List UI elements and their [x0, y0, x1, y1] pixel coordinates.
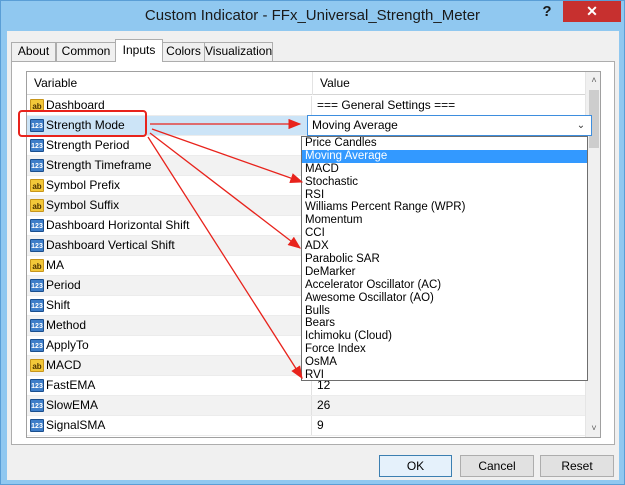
dropdown-option[interactable]: Williams Percent Range (WPR): [302, 201, 587, 214]
window-title: Custom Indicator - FFx_Universal_Strengt…: [144, 7, 481, 24]
tab-visualization[interactable]: Visualization: [204, 42, 273, 61]
numeric-type-icon: 123: [30, 399, 44, 412]
close-icon: ✕: [586, 3, 598, 19]
strength-mode-combo-value: Moving Average: [312, 118, 398, 132]
dropdown-option[interactable]: RSI: [302, 189, 587, 202]
row-variable-label: FastEMA: [46, 378, 96, 392]
strength-mode-combo[interactable]: Moving Average ⌄: [307, 115, 592, 136]
ok-button[interactable]: OK: [379, 455, 452, 477]
row-variable-label: Period: [46, 278, 81, 292]
dropdown-option[interactable]: Moving Average: [302, 149, 587, 163]
string-type-icon: ab: [30, 359, 44, 372]
string-type-icon: ab: [30, 199, 44, 212]
row-variable-label: SignalSMA: [46, 418, 106, 432]
numeric-type-icon: 123: [30, 419, 44, 432]
dropdown-option[interactable]: MACD: [302, 163, 587, 176]
column-header-variable[interactable]: Variable: [27, 72, 77, 95]
column-header-value[interactable]: Value: [313, 72, 350, 95]
close-button[interactable]: ✕: [563, 1, 621, 22]
row-variable-label: Dashboard Horizontal Shift: [46, 218, 190, 232]
numeric-type-icon: 123: [30, 239, 44, 252]
dropdown-option[interactable]: ADX: [302, 240, 587, 253]
numeric-type-icon: 123: [30, 319, 44, 332]
dropdown-option[interactable]: Force Index: [302, 343, 587, 356]
tab-colors[interactable]: Colors: [162, 42, 205, 61]
row-variable-label: SlowEMA: [46, 398, 99, 412]
chevron-down-icon[interactable]: ⌄: [574, 117, 588, 134]
tab-about[interactable]: About: [11, 42, 56, 61]
row-variable-cell[interactable]: 123 Dashboard Horizontal Shift: [27, 216, 312, 235]
dropdown-option[interactable]: Bears: [302, 317, 587, 330]
dropdown-option[interactable]: Momentum: [302, 214, 587, 227]
row-variable-label: Method: [46, 318, 87, 332]
numeric-type-icon: 123: [30, 339, 44, 352]
row-variable-cell[interactable]: 123 Method: [27, 316, 312, 335]
dropdown-option[interactable]: RVI: [302, 369, 587, 382]
numeric-type-icon: 123: [30, 139, 44, 152]
row-variable-label: Symbol Prefix: [46, 178, 121, 192]
row-variable-cell[interactable]: 123 Strength Period: [27, 136, 312, 155]
tab-inputs[interactable]: Inputs: [115, 39, 163, 62]
cancel-button[interactable]: Cancel: [460, 455, 534, 477]
scroll-down-icon[interactable]: ˅: [586, 420, 600, 437]
row-value-cell[interactable]: 26: [313, 396, 585, 415]
row-variable-cell[interactable]: 123 Shift: [27, 296, 312, 315]
numeric-type-icon: 123: [30, 279, 44, 292]
string-type-icon: ab: [30, 179, 44, 192]
scroll-up-icon[interactable]: ˄: [586, 72, 600, 89]
dropdown-option[interactable]: OsMA: [302, 356, 587, 369]
numeric-type-icon: 123: [30, 159, 44, 172]
strength-mode-dropdown-list: Price Candles Moving Average MACD Stochasti…: [301, 136, 588, 381]
row-variable-cell[interactable]: 123 Dashboard Vertical Shift: [27, 236, 312, 255]
help-button[interactable]: ?: [534, 2, 560, 22]
dropdown-option[interactable]: Accelerator Oscillator (AC): [302, 279, 587, 292]
row-variable-cell[interactable]: 123 FastEMA: [27, 376, 312, 395]
title-bar: Custom Indicator - FFx_Universal_Strengt…: [1, 1, 624, 31]
dropdown-option[interactable]: DeMarker: [302, 266, 587, 279]
annotation-highlight-box: [18, 110, 147, 137]
dropdown-option[interactable]: Price Candles: [302, 137, 587, 150]
row-variable-label: Shift: [46, 298, 71, 312]
dropdown-option[interactable]: Ichimoku (Cloud): [302, 330, 587, 343]
row-variable-cell[interactable]: ab Symbol Prefix: [27, 176, 312, 195]
row-variable-label: ApplyTo: [46, 338, 89, 352]
row-value-cell[interactable]: === General Settings ===: [313, 96, 585, 115]
row-variable-cell[interactable]: ab MA: [27, 256, 312, 275]
row-variable-cell[interactable]: 123 SignalSMA: [27, 416, 312, 435]
string-type-icon: ab: [30, 259, 44, 272]
row-value-cell[interactable]: 9: [313, 416, 585, 435]
grid-header: Variable Value: [27, 72, 585, 95]
reset-button[interactable]: Reset: [540, 455, 614, 477]
row-variable-cell[interactable]: 123 ApplyTo: [27, 336, 312, 355]
numeric-type-icon: 123: [30, 299, 44, 312]
table-row[interactable]: 123 SlowEMA 26: [27, 396, 585, 416]
numeric-type-icon: 123: [30, 219, 44, 232]
row-variable-cell[interactable]: 123 Strength Timeframe: [27, 156, 312, 175]
row-variable-cell[interactable]: 123 Period: [27, 276, 312, 295]
row-variable-label: Dashboard Vertical Shift: [46, 238, 175, 252]
row-variable-cell[interactable]: 123 SlowEMA: [27, 396, 312, 415]
row-variable-label: MA: [46, 258, 64, 272]
numeric-type-icon: 123: [30, 379, 44, 392]
dropdown-option[interactable]: Stochastic: [302, 176, 587, 189]
table-row[interactable]: 123 SignalSMA 9: [27, 416, 585, 436]
row-variable-cell[interactable]: ab MACD: [27, 356, 312, 375]
row-variable-label: MACD: [46, 358, 82, 372]
dropdown-option[interactable]: Awesome Oscillator (AO): [302, 292, 587, 305]
tab-common[interactable]: Common: [56, 42, 116, 61]
dropdown-option[interactable]: CCI: [302, 227, 587, 240]
row-variable-cell[interactable]: ab Symbol Suffix: [27, 196, 312, 215]
dropdown-option[interactable]: Parabolic SAR: [302, 253, 587, 266]
dropdown-option[interactable]: Bulls: [302, 305, 587, 318]
row-variable-label: Strength Timeframe: [46, 158, 152, 172]
row-variable-label: Strength Period: [46, 138, 130, 152]
row-variable-label: Symbol Suffix: [46, 198, 120, 212]
